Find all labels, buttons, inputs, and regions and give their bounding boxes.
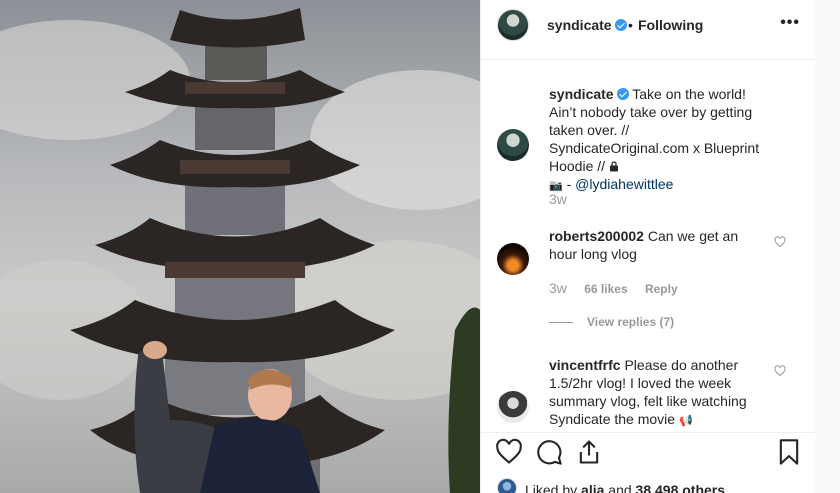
caption-username[interactable]: syndicate [549, 86, 614, 102]
comment-meta: 3w 66 likes Reply [549, 280, 678, 296]
share-icon[interactable] [575, 438, 603, 466]
lock-icon [609, 161, 618, 172]
following-button[interactable]: Following [638, 17, 703, 33]
caption-text: syndicate Take on the world! Ain’t nobod… [549, 86, 760, 192]
action-bar [481, 432, 816, 472]
author-avatar[interactable] [497, 9, 529, 41]
post-detail-panel: syndicate • Following ••• syndicate Take… [480, 0, 816, 493]
bookmark-icon[interactable] [775, 438, 803, 466]
commenter-avatar[interactable] [497, 391, 529, 423]
comment-username[interactable]: roberts200002 [549, 228, 644, 244]
comment-text: vincentfrfc Please do another 1.5/2hr vl… [549, 357, 747, 427]
page-background [815, 0, 840, 493]
caption-time: 3w [549, 191, 567, 207]
view-replies-button[interactable]: View replies (7) [549, 315, 674, 329]
other-likers-link[interactable]: 38,498 others [636, 482, 726, 493]
comment-text: roberts200002 Can we get an hour long vl… [549, 228, 739, 262]
comment-username[interactable]: vincentfrfc [549, 357, 621, 373]
author-username[interactable]: syndicate [547, 17, 627, 33]
liker-avatar[interactable] [497, 478, 517, 493]
comment-icon[interactable] [535, 438, 563, 466]
more-options-icon[interactable]: ••• [780, 14, 800, 32]
like-comment-heart-icon[interactable] [774, 236, 786, 248]
reply-button[interactable]: Reply [645, 282, 678, 296]
commenter-avatar[interactable] [497, 243, 529, 275]
verified-badge-icon [616, 88, 629, 100]
comments-list[interactable]: syndicate Take on the world! Ain’t nobod… [481, 61, 816, 432]
liked-by-text: Liked by alia and 38,498 others [525, 482, 725, 493]
post-photo[interactable] [0, 0, 480, 493]
liked-by-row: Liked by alia and 38,498 others [481, 472, 816, 493]
verified-badge-icon [614, 19, 627, 31]
heart-icon[interactable] [495, 438, 523, 466]
megaphone-emoji: 📢 [678, 415, 693, 427]
separator-dot: • [628, 17, 633, 33]
pagoda-photo [0, 8, 480, 493]
comment-likes[interactable]: 66 likes [584, 282, 627, 296]
credit-link[interactable]: @lydiahewittlee [575, 176, 673, 192]
liker-username[interactable]: alia [581, 482, 604, 493]
like-comment-heart-icon[interactable] [774, 365, 786, 377]
post-header: syndicate • Following ••• [481, 0, 816, 60]
caption-avatar[interactable] [497, 129, 529, 161]
